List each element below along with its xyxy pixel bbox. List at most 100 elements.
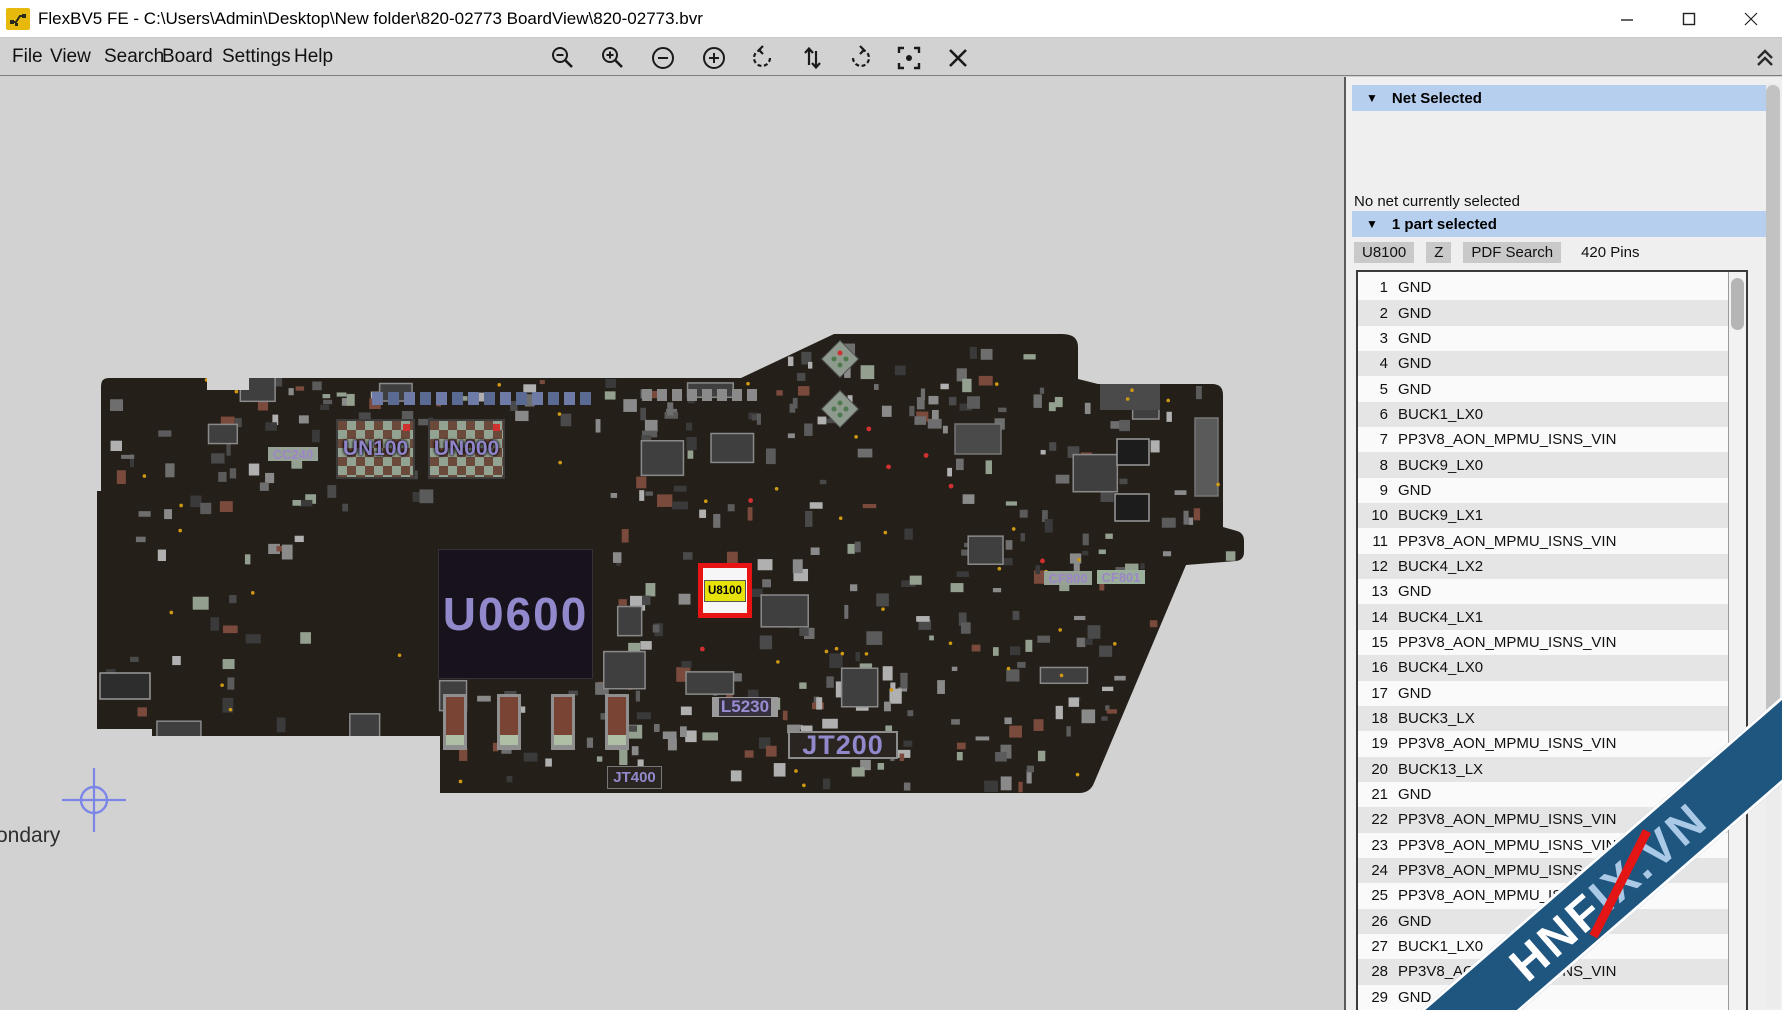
rotate-ccw-icon[interactable] bbox=[750, 45, 776, 71]
pin-net-name: GND bbox=[1398, 381, 1431, 398]
pin-number: 16 bbox=[1358, 659, 1388, 676]
board-label-u0600: U0600 bbox=[438, 549, 593, 679]
pin-row[interactable]: 18BUCK3_LX bbox=[1358, 706, 1728, 731]
menu-settings[interactable]: Settings bbox=[218, 39, 295, 75]
pin-row[interactable]: 1 GND bbox=[1358, 275, 1728, 300]
part-selected-header[interactable]: ▼ 1 part selected bbox=[1352, 211, 1768, 237]
pin-row[interactable]: 10BUCK9_LX1 bbox=[1358, 503, 1728, 528]
pin-net-name: GND bbox=[1398, 786, 1431, 803]
pin-row[interactable]: 19 PP3V8_AON_MPMU_ISNS_VIN bbox=[1358, 731, 1728, 756]
pin-number: 21 bbox=[1358, 786, 1388, 803]
focus-target-icon[interactable] bbox=[896, 45, 922, 71]
side-label-secondary: ondary bbox=[0, 824, 60, 848]
circle-plus-icon[interactable] bbox=[701, 45, 727, 71]
pin-row[interactable]: 4GND bbox=[1358, 351, 1728, 376]
pin-number: 9 bbox=[1358, 482, 1388, 499]
pin-net-name: BUCK4_LX2 bbox=[1398, 558, 1483, 575]
pin-row[interactable]: 16BUCK4_LX0 bbox=[1358, 655, 1728, 680]
close-button[interactable] bbox=[1720, 0, 1782, 38]
pin-net-name: GND bbox=[1398, 685, 1431, 702]
pin-list-scrollbar-thumb[interactable] bbox=[1731, 278, 1744, 330]
right-panel: ▼ Net Selected No net currently selected… bbox=[1346, 77, 1782, 1010]
pin-row[interactable]: 8 BUCK9_LX0 bbox=[1358, 452, 1728, 477]
pin-row[interactable]: 11PP3V8_AON_MPMU_ISNS_VIN bbox=[1358, 528, 1728, 553]
menu-board[interactable]: Board bbox=[158, 39, 217, 75]
pin-number: 29 bbox=[1358, 989, 1388, 1006]
pin-number: 10 bbox=[1358, 507, 1388, 524]
collapse-triangle-icon: ▼ bbox=[1366, 91, 1378, 105]
board-label-un100: UN100 bbox=[336, 419, 415, 479]
maximize-button[interactable] bbox=[1658, 0, 1720, 38]
board-label-jt400: JT400 bbox=[607, 766, 662, 789]
collapse-triangle-icon: ▼ bbox=[1366, 217, 1378, 231]
window-title: FlexBV5 FE - C:\Users\Admin\Desktop\New … bbox=[38, 9, 703, 29]
circle-minus-icon[interactable] bbox=[650, 45, 676, 71]
pin-row[interactable]: 14BUCK4_LX1 bbox=[1358, 604, 1728, 629]
pin-net-name: BUCK9_LX0 bbox=[1398, 457, 1483, 474]
pin-net-name: PP3V8_AON_MPMU_ISNS_VIN bbox=[1398, 837, 1616, 854]
pin-number: 24 bbox=[1358, 862, 1388, 879]
pin-net-name: BUCK4_LX1 bbox=[1398, 609, 1483, 626]
pin-net-name: BUCK1_LX0 bbox=[1398, 938, 1483, 955]
board-label-cf800: CF800 bbox=[1044, 571, 1092, 585]
pin-net-name: PP3V8_AON_MPMU_ISNS_VIN bbox=[1398, 431, 1616, 448]
pin-row[interactable]: 9GND bbox=[1358, 478, 1728, 503]
net-selected-title: Net Selected bbox=[1392, 90, 1482, 107]
pin-number: 28 bbox=[1358, 963, 1388, 980]
board-label-un000: UN000 bbox=[428, 419, 505, 479]
zoom-in-icon[interactable] bbox=[600, 45, 626, 71]
pin-number: 1 bbox=[1358, 279, 1388, 296]
minimize-button[interactable] bbox=[1596, 0, 1658, 38]
board-canvas[interactable]: U0600UN100UN000CC240L5230JT200JT400CF800… bbox=[0, 77, 1344, 1010]
pin-number: 3 bbox=[1358, 330, 1388, 347]
pin-net-name: GND bbox=[1398, 279, 1431, 296]
menu-view[interactable]: View bbox=[46, 39, 95, 75]
pin-number: 22 bbox=[1358, 811, 1388, 828]
pin-number: 27 bbox=[1358, 938, 1388, 955]
pin-number: 12 bbox=[1358, 558, 1388, 575]
pin-number: 6 bbox=[1358, 406, 1388, 423]
highlighted-part-u8100[interactable]: U8100 bbox=[698, 563, 752, 618]
part-selected-title: 1 part selected bbox=[1392, 216, 1497, 233]
app-icon bbox=[6, 8, 30, 30]
pin-net-name: PP3V8_AON_MPMU_ISNS_VIN bbox=[1398, 735, 1616, 752]
collapse-panel-icon[interactable] bbox=[1754, 47, 1776, 69]
pin-net-name: PP3V8_AON_MPMU_ISNS_VIN bbox=[1398, 811, 1616, 828]
pin-row[interactable]: 20BUCK13_LX bbox=[1358, 757, 1728, 782]
pin-net-name: GND bbox=[1398, 913, 1431, 930]
pin-row[interactable]: 3GND bbox=[1358, 326, 1728, 351]
pin-number: 17 bbox=[1358, 685, 1388, 702]
pin-row[interactable]: 13 GND bbox=[1358, 579, 1728, 604]
part-ref-button[interactable]: U8100 bbox=[1354, 242, 1414, 263]
menu-help[interactable]: Help bbox=[290, 39, 337, 75]
close-x-icon[interactable] bbox=[945, 45, 971, 71]
pin-number: 8 bbox=[1358, 457, 1388, 474]
pin-number: 19 bbox=[1358, 735, 1388, 752]
menu-file[interactable]: File bbox=[8, 39, 47, 75]
pin-net-name: PP3V8_AON_MPMU_ISNS_VIN bbox=[1398, 634, 1616, 651]
net-selected-header[interactable]: ▼ Net Selected bbox=[1352, 85, 1768, 111]
pin-list-scrollbar[interactable] bbox=[1728, 272, 1746, 1010]
pin-number: 23 bbox=[1358, 837, 1388, 854]
pin-row[interactable]: 5GND bbox=[1358, 376, 1728, 401]
title-bar: FlexBV5 FE - C:\Users\Admin\Desktop\New … bbox=[0, 0, 1782, 38]
pin-number: 2 bbox=[1358, 305, 1388, 322]
z-button[interactable]: Z bbox=[1426, 242, 1451, 263]
pin-net-name: GND bbox=[1398, 989, 1431, 1006]
rotate-cw-icon[interactable] bbox=[847, 45, 873, 71]
pdf-search-button[interactable]: PDF Search bbox=[1463, 242, 1561, 263]
pin-number: 13 bbox=[1358, 583, 1388, 600]
pin-row[interactable]: 17 GND bbox=[1358, 681, 1728, 706]
flip-vertical-icon[interactable] bbox=[799, 45, 825, 71]
origin-crosshair-icon bbox=[48, 754, 140, 846]
pin-row[interactable]: 12 BUCK4_LX2 bbox=[1358, 554, 1728, 579]
pin-row[interactable]: 2GND bbox=[1358, 300, 1728, 325]
pin-net-name: GND bbox=[1398, 583, 1431, 600]
board-label-l5230: L5230 bbox=[712, 697, 778, 717]
panel-scrollbar-thumb[interactable] bbox=[1766, 85, 1780, 715]
pin-row[interactable]: 7PP3V8_AON_MPMU_ISNS_VIN bbox=[1358, 427, 1728, 452]
pin-row[interactable]: 15PP3V8_AON_MPMU_ISNS_VIN bbox=[1358, 630, 1728, 655]
panel-scrollbar[interactable] bbox=[1766, 83, 1780, 1008]
zoom-out-icon[interactable] bbox=[550, 45, 576, 71]
pin-row[interactable]: 6BUCK1_LX0 bbox=[1358, 402, 1728, 427]
